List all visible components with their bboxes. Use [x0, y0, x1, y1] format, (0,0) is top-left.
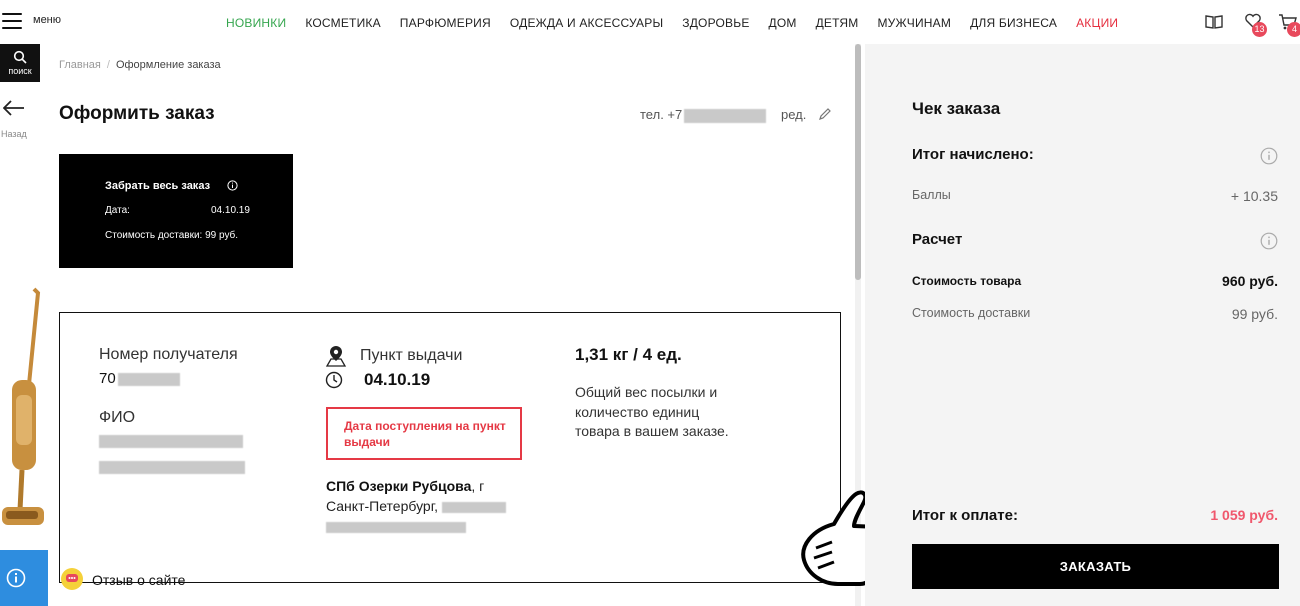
fio-masked-line-2 — [99, 461, 245, 474]
info-icon — [6, 568, 26, 588]
place-order-button[interactable]: ЗАКАЗАТЬ — [912, 544, 1279, 589]
calculation-title: Расчет — [912, 231, 963, 248]
nav-item-kids[interactable]: ДЕТЯМ — [816, 16, 859, 30]
top-bar: меню НОВИНКИ КОСМЕТИКА ПАРФЮМЕРИЯ ОДЕЖДА… — [0, 0, 1300, 44]
search-label: поиск — [8, 66, 32, 76]
pickup-point-title: Пункт выдачи — [360, 347, 463, 364]
nav-item-home[interactable]: ДОМ — [769, 16, 797, 30]
recipient-number-value: 70 — [99, 370, 180, 387]
phone-number: тел. +7 — [640, 107, 767, 123]
nav-item-men[interactable]: МУЖЧИНАМ — [877, 16, 951, 30]
cart-icon[interactable]: 4 — [1278, 13, 1300, 37]
delivery-date-label: Дата: — [105, 205, 130, 216]
recipient-number-label: Номер получателя — [99, 346, 238, 363]
goods-cost-label: Стоимость товара — [912, 274, 1022, 288]
arrival-date-note: Дата поступления на пункт выдачи — [326, 407, 522, 460]
pickup-address: СПб Озерки Рубцова, г Санкт-Петербург, — [326, 476, 516, 536]
pickup-address-masked-1 — [441, 501, 506, 513]
site-feedback-label: Отзыв о сайте — [92, 572, 186, 588]
phone-masked — [684, 108, 767, 123]
delivery-option-card[interactable]: Забрать весь заказ Дата: 04.10.19 Стоимо… — [59, 154, 293, 268]
phone-prefix: тел. +7 — [640, 107, 683, 122]
delivery-cost-label: Стоимость доставки — [912, 306, 1031, 320]
pencil-icon[interactable] — [818, 107, 832, 126]
total-payable-label: Итог к оплате: — [912, 507, 1018, 524]
points-label: Баллы — [912, 188, 951, 202]
back-label[interactable]: Назад — [1, 129, 27, 139]
scrollbar-thumb[interactable] — [855, 44, 861, 280]
breadcrumb-separator: / — [106, 59, 110, 71]
info-help-button[interactable] — [0, 550, 48, 606]
clock-icon — [325, 371, 343, 394]
info-icon[interactable] — [1260, 232, 1278, 250]
summary-title: Чек заказа — [912, 99, 1001, 118]
back-arrow-icon[interactable] — [2, 100, 25, 121]
order-summary-panel: Чек заказа Итог начислено: Баллы + 10.35… — [865, 44, 1300, 606]
nav-item-new[interactable]: НОВИНКИ — [226, 16, 286, 30]
search-button[interactable]: поиск — [0, 44, 40, 82]
info-icon[interactable] — [227, 180, 238, 191]
breadcrumb: Главная / Оформление заказа — [59, 59, 221, 71]
delivery-cost: Стоимость доставки: 99 руб. — [105, 230, 239, 241]
delivery-card-title: Забрать весь заказ — [105, 180, 211, 192]
book-icon[interactable] — [1205, 14, 1223, 35]
pickup-address-masked-2 — [326, 521, 466, 533]
search-icon — [13, 50, 27, 64]
breadcrumb-current: Оформление заказа — [115, 59, 221, 71]
delivery-date-value: 04.10.19 — [211, 205, 250, 216]
accrued-title: Итог начислено: — [912, 146, 1034, 163]
favorites-count-badge: 13 — [1252, 22, 1267, 37]
hamburger-menu-icon[interactable] — [2, 13, 22, 29]
map-pin-icon — [325, 345, 347, 372]
vacuum-cleaner-product-image — [2, 287, 44, 525]
delivery-cost-value: 99 руб. — [1231, 306, 1278, 322]
recipient-number-prefix: 70 — [99, 370, 116, 387]
points-value: + 10.35 — [1230, 188, 1278, 204]
page-title: Оформить заказ — [59, 103, 215, 124]
recipient-number-masked — [117, 372, 180, 386]
nav-item-cosmetics[interactable]: КОСМЕТИКА — [305, 16, 380, 30]
fio-label: ФИО — [99, 409, 136, 426]
main-nav: НОВИНКИ КОСМЕТИКА ПАРФЮМЕРИЯ ОДЕЖДА И АК… — [226, 16, 1137, 30]
favorites-heart-icon[interactable]: 13 — [1244, 13, 1267, 37]
pickup-date: 04.10.19 — [364, 370, 431, 389]
menu-label[interactable]: меню — [33, 14, 61, 26]
nav-item-clothing[interactable]: ОДЕЖДА И АКСЕССУАРЫ — [510, 16, 663, 30]
goods-cost-value: 960 руб. — [1222, 273, 1278, 289]
parcel-weight-count: 1,31 кг / 4 ед. — [575, 345, 682, 364]
nav-item-perfumery[interactable]: ПАРФЮМЕРИЯ — [400, 16, 491, 30]
order-details-box: Номер получателя 70 ФИО Пункт выдачи 04.… — [59, 312, 841, 583]
cart-count-badge: 4 — [1287, 22, 1300, 37]
nav-item-business[interactable]: ДЛЯ БИЗНЕСА — [970, 16, 1057, 30]
chat-bubble-icon — [61, 568, 83, 590]
fio-masked-line-1 — [99, 435, 243, 448]
pickup-address-name: СПб Озерки Рубцова — [326, 478, 472, 494]
nav-item-health[interactable]: ЗДОРОВЬЕ — [682, 16, 749, 30]
edit-phone-link[interactable]: ред. — [781, 107, 806, 122]
parcel-weight-description: Общий вес посылки и количество единиц то… — [575, 384, 729, 439]
info-icon[interactable] — [1260, 147, 1278, 165]
total-payable-value: 1 059 руб. — [1210, 507, 1278, 523]
nav-item-sales[interactable]: АКЦИИ — [1076, 16, 1118, 30]
breadcrumb-home-link[interactable]: Главная — [59, 59, 101, 71]
